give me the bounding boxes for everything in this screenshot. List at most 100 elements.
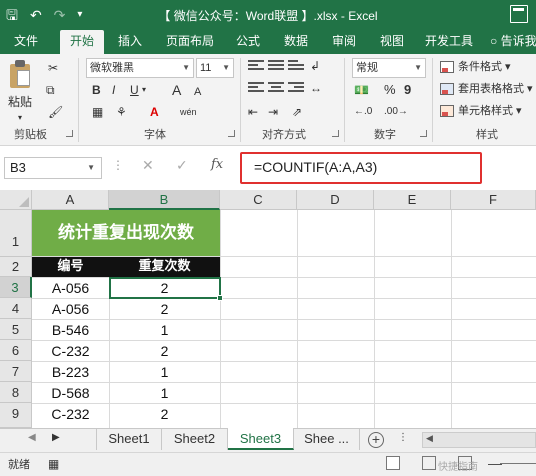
row-header-8[interactable]: 8 <box>0 382 32 403</box>
wrap-text-icon[interactable]: ↲ <box>310 58 320 74</box>
horizontal-scrollbar[interactable]: ◀ <box>422 432 536 448</box>
merge-center-icon[interactable]: ↔ <box>310 80 322 96</box>
tab-view[interactable]: 视图 <box>372 30 412 54</box>
ribbon-display-options-icon[interactable] <box>510 5 528 23</box>
borders-icon[interactable]: ▦ <box>92 104 103 120</box>
splitter-dots-icon[interactable]: ⋮ <box>398 432 408 443</box>
scroll-tabs-right-icon[interactable]: ▶ <box>52 432 60 443</box>
header-cell-id[interactable]: 编号 <box>32 257 109 277</box>
column-header-c[interactable]: C <box>220 190 297 210</box>
insert-function-button[interactable]: fx <box>211 157 223 172</box>
paste-label[interactable]: 粘贴 <box>8 94 32 110</box>
tab-file[interactable]: 文件 <box>8 30 44 54</box>
shrink-font-button[interactable]: A <box>194 84 201 100</box>
format-as-table-button[interactable]: 套用表格格式 ▾ <box>458 81 533 97</box>
decrease-decimal-icon[interactable]: .00→ <box>384 104 408 120</box>
cell-a5[interactable]: B-546 <box>32 320 109 340</box>
sheet-tab-sheet2[interactable]: Sheet2 <box>162 428 228 450</box>
row-header-1[interactable]: 1 <box>0 210 32 257</box>
tab-review[interactable]: 审阅 <box>324 30 364 54</box>
tab-formulas[interactable]: 公式 <box>228 30 268 54</box>
percent-button[interactable]: % <box>384 82 396 98</box>
cell-styles-button[interactable]: 单元格样式 ▾ <box>458 103 522 119</box>
sheet-tab-sheet3[interactable]: Sheet3 <box>228 428 294 450</box>
tab-data[interactable]: 数据 <box>276 30 316 54</box>
zoom-slider[interactable] <box>500 463 536 464</box>
align-center-icon[interactable] <box>268 82 284 96</box>
sheet-tab-more[interactable]: Shee ... <box>294 428 360 450</box>
grow-font-button[interactable]: A <box>172 82 181 98</box>
orientation-icon[interactable]: ⇗ <box>292 104 302 120</box>
cell-b9[interactable]: 2 <box>109 404 220 424</box>
header-cell-count[interactable]: 重复次数 <box>109 257 220 277</box>
column-header-f[interactable]: F <box>451 190 536 210</box>
align-bottom-icon[interactable] <box>288 60 304 74</box>
font-launcher-icon[interactable] <box>228 130 235 137</box>
row-header-7[interactable]: 7 <box>0 361 32 382</box>
align-top-icon[interactable] <box>248 60 264 74</box>
cut-icon[interactable]: ✂ <box>48 60 58 76</box>
underline-button[interactable]: U <box>130 82 139 98</box>
italic-button[interactable]: I <box>112 82 115 98</box>
scroll-tabs-left-icon[interactable]: ◀ <box>28 432 36 443</box>
comma-button[interactable]: 9 <box>404 82 411 98</box>
paste-dropdown-icon[interactable]: ▾ <box>18 110 22 126</box>
enter-icon[interactable]: ✓ <box>176 157 188 174</box>
font-name-select[interactable]: 微软雅黑 ▼ <box>86 58 194 78</box>
column-header-e[interactable]: E <box>374 190 451 210</box>
cell-a3[interactable]: A-056 <box>32 278 109 298</box>
fill-handle[interactable] <box>217 295 223 301</box>
number-format-select[interactable]: 常规 ▼ <box>352 58 426 78</box>
align-middle-icon[interactable] <box>268 60 284 74</box>
row-header-4[interactable]: 4 <box>0 298 32 319</box>
tab-tell-me[interactable]: ○ 告诉我 <box>490 30 536 54</box>
cell-b6[interactable]: 2 <box>109 341 220 361</box>
page-layout-view-icon[interactable] <box>422 456 436 470</box>
decrease-indent-icon[interactable]: ⇤ <box>248 104 258 120</box>
sheet-tab-sheet1[interactable]: Sheet1 <box>96 428 162 450</box>
cell-a6[interactable]: C-232 <box>32 341 109 361</box>
splitter-handle[interactable]: ⋮ <box>112 158 124 172</box>
cell-b7[interactable]: 1 <box>109 362 220 382</box>
increase-decimal-icon[interactable]: ←.0 <box>354 104 372 120</box>
clipboard-launcher-icon[interactable] <box>66 130 73 137</box>
paste-icon[interactable] <box>8 60 32 90</box>
align-left-icon[interactable] <box>248 82 264 96</box>
row-header-9[interactable]: 9 <box>0 403 32 428</box>
name-box[interactable]: B3 ▼ <box>4 157 102 179</box>
align-right-icon[interactable] <box>288 82 304 96</box>
column-header-a[interactable]: A <box>32 190 109 210</box>
copy-icon[interactable]: ⧉ <box>46 82 55 98</box>
currency-icon[interactable]: 💵 <box>354 82 369 98</box>
underline-dropdown-icon[interactable]: ▾ <box>142 82 146 98</box>
alignment-launcher-icon[interactable] <box>332 130 339 137</box>
macro-record-icon[interactable]: ▦ <box>48 456 59 472</box>
row-header-2[interactable]: 2 <box>0 257 32 277</box>
select-all-button[interactable] <box>0 190 32 210</box>
formula-input[interactable]: =COUNTIF(A:A,A3) <box>240 152 482 184</box>
add-sheet-button[interactable]: + <box>368 432 384 448</box>
cell-a4[interactable]: A-056 <box>32 299 109 319</box>
tab-page-layout[interactable]: 页面布局 <box>160 30 220 54</box>
phonetic-icon[interactable]: wén <box>180 104 197 120</box>
column-header-b[interactable]: B <box>109 190 220 210</box>
normal-view-icon[interactable] <box>386 456 400 470</box>
conditional-format-button[interactable]: 条件格式 ▾ <box>458 59 511 75</box>
cell-b8[interactable]: 1 <box>109 383 220 403</box>
tab-insert[interactable]: 插入 <box>112 30 148 54</box>
cancel-icon[interactable]: ✕ <box>142 157 154 174</box>
cell-a9[interactable]: C-232 <box>32 404 109 424</box>
cell-a8[interactable]: D-568 <box>32 383 109 403</box>
row-header-6[interactable]: 6 <box>0 340 32 361</box>
tab-home[interactable]: 开始 <box>60 30 104 54</box>
scroll-left-icon[interactable]: ◀ <box>426 433 433 444</box>
fill-color-icon[interactable]: ⚘ <box>116 104 127 120</box>
title-cell[interactable]: 统计重复出现次数 <box>32 210 220 256</box>
row-header-5[interactable]: 5 <box>0 319 32 340</box>
format-painter-icon[interactable]: 🖌 <box>48 104 63 120</box>
row-header-3[interactable]: 3 <box>0 277 32 298</box>
font-size-select[interactable]: 11 ▼ <box>196 58 234 78</box>
column-header-d[interactable]: D <box>297 190 374 210</box>
cell-a7[interactable]: B-223 <box>32 362 109 382</box>
number-launcher-icon[interactable] <box>420 130 427 137</box>
